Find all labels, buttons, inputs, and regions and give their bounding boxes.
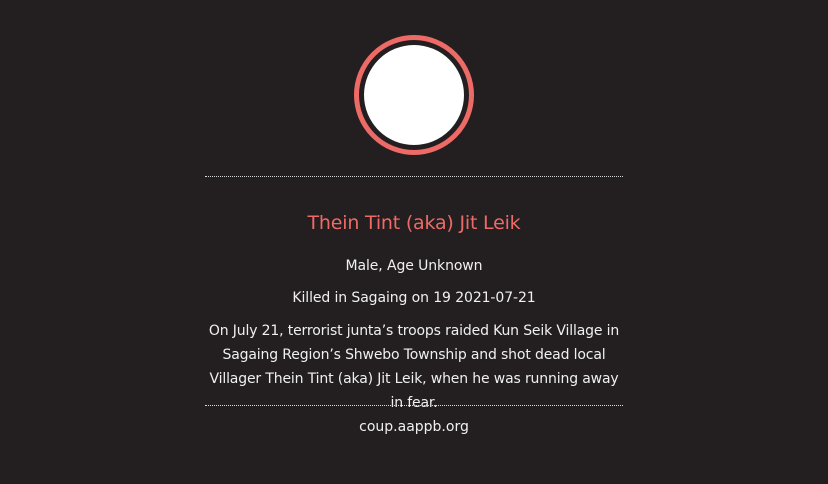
top-divider xyxy=(205,176,623,177)
gender-age: Male, Age Unknown xyxy=(345,258,483,274)
bottom-divider xyxy=(205,405,623,406)
avatar-image xyxy=(364,45,464,145)
source-link[interactable]: coup.aappb.org xyxy=(205,417,623,437)
avatar xyxy=(354,35,474,155)
person-name: Thein Tint (aka) Jit Leik xyxy=(307,212,521,234)
incident-description: On July 21, terrorist junta’s troops rai… xyxy=(208,323,620,411)
profile-card: Thein Tint (aka) Jit Leik Male, Age Unkn… xyxy=(0,0,828,484)
killed-location-date: Killed in Sagaing on 19 2021-07-21 xyxy=(292,290,536,306)
